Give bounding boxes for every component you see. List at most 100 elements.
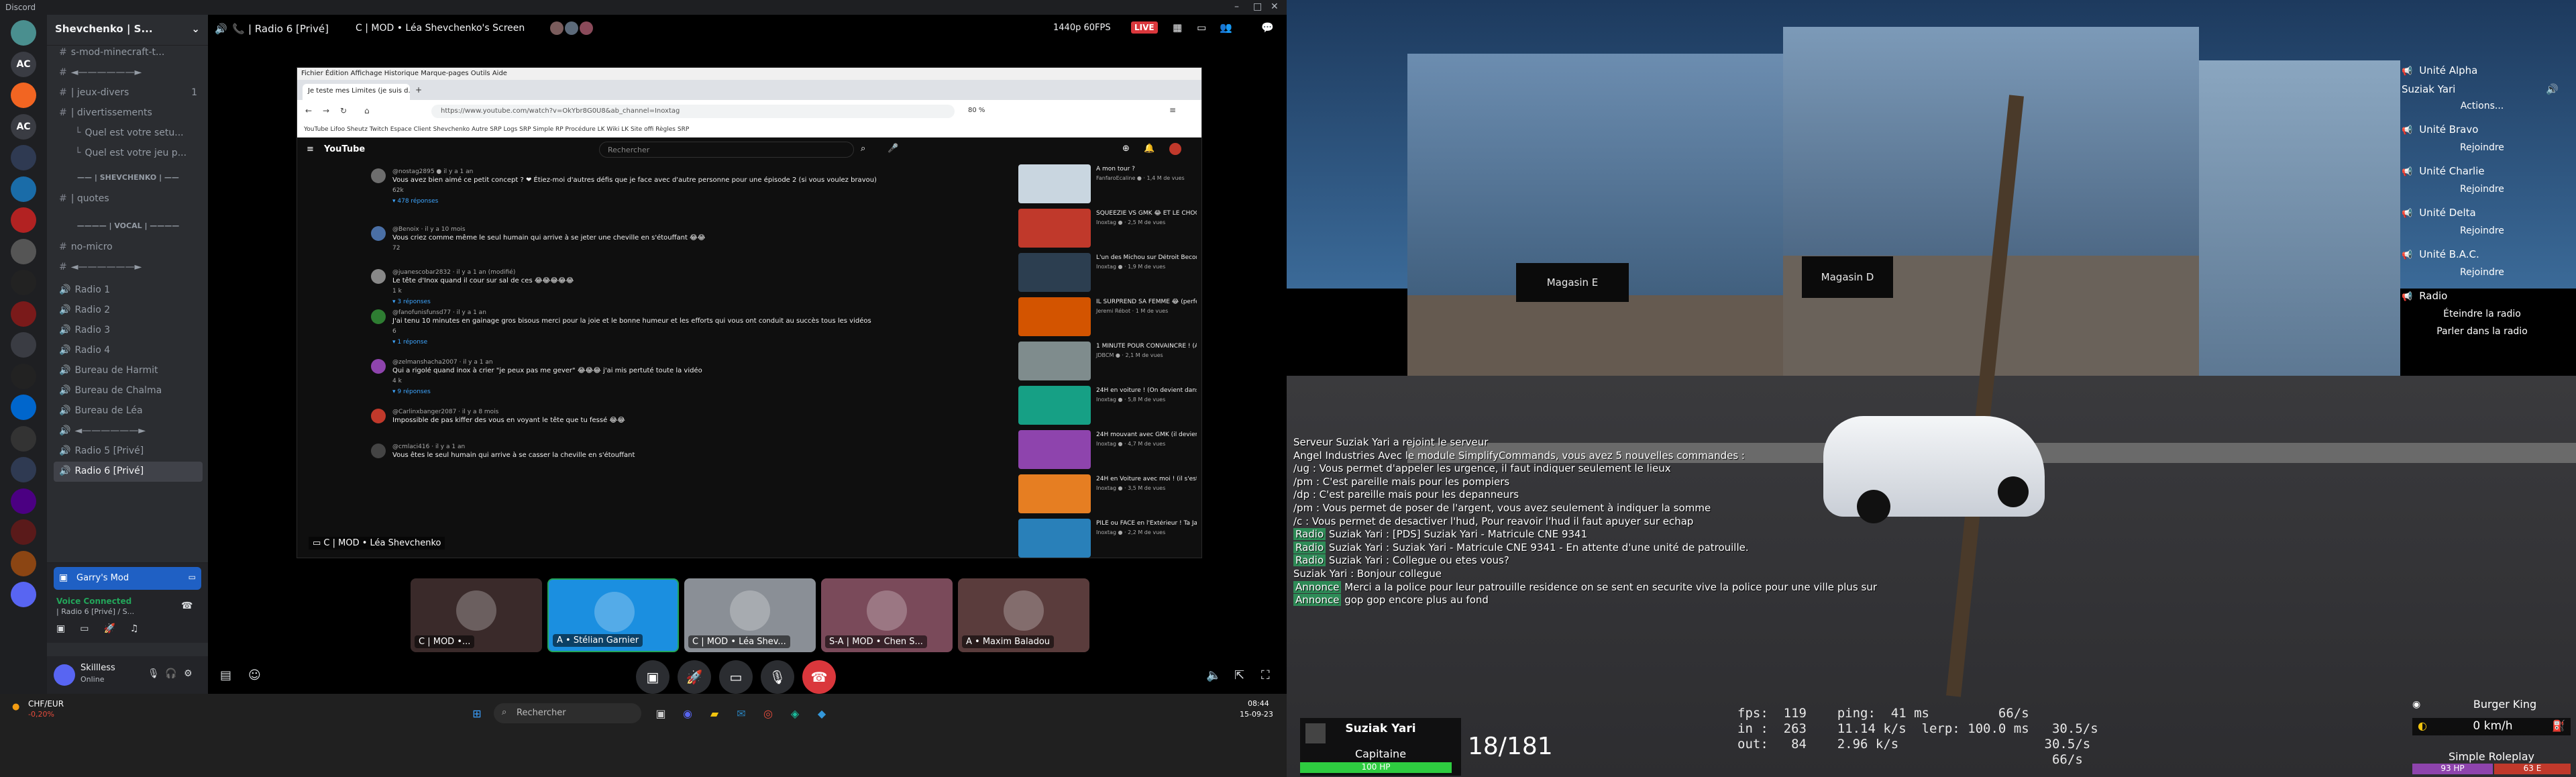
- task-view-icon[interactable]: ▣: [651, 703, 671, 723]
- close-icon[interactable]: ✕: [1271, 1, 1279, 12]
- popout-icon[interactable]: ▭: [1197, 21, 1206, 34]
- grid-icon[interactable]: ▦: [1173, 21, 1182, 34]
- voice-channel-item[interactable]: 🔊 ◄——————►: [54, 421, 203, 442]
- chat-icon[interactable]: 💬: [1261, 21, 1274, 34]
- avatar[interactable]: [371, 409, 386, 423]
- video-title[interactable]: À mon tour ?: [1096, 166, 1197, 172]
- server-icon[interactable]: [11, 20, 36, 46]
- clock-date[interactable]: 15-09-23: [1240, 710, 1273, 719]
- soundboard-icon[interactable]: ♫: [130, 623, 139, 639]
- video-thumbnail[interactable]: [1018, 474, 1091, 513]
- radio-action[interactable]: Rejoindre: [2402, 184, 2563, 199]
- voice-channel-item[interactable]: 🔊 Radio 6 [Privé]: [54, 462, 203, 482]
- recommended-video[interactable]: 24H mouvant avec GMK (il devient fou...)…: [1018, 430, 1199, 469]
- radio-action[interactable]: Rejoindre: [2402, 142, 2563, 157]
- video-title[interactable]: SQUEEZIE VS GMK 😂 ET LE CHOC DES TITANS: [1096, 210, 1197, 217]
- server-icon[interactable]: [11, 83, 36, 108]
- zoom-level[interactable]: 80 %: [968, 107, 985, 114]
- forward-icon[interactable]: →: [323, 106, 329, 115]
- voice-channel-item[interactable]: 🔊 Radio 3: [54, 321, 203, 341]
- comment-author[interactable]: @fanofunisfunsd77 · il y a 1 an: [392, 309, 486, 316]
- video-title[interactable]: PILE ou FACE en l'Extérieur ! Ta Jarre p…: [1096, 520, 1197, 527]
- recommended-video[interactable]: 24H en voiture ! (On devient dans fou...…: [1018, 386, 1199, 425]
- server-icon[interactable]: AC: [11, 113, 36, 140]
- radio-unit[interactable]: 📢 Unité B.A.C.: [2402, 248, 2563, 263]
- replies-toggle[interactable]: ▾ 1 réponse: [392, 339, 427, 346]
- server-icon[interactable]: [11, 550, 36, 576]
- video-title[interactable]: L'un des Michou sur Détroit Become Human…: [1096, 254, 1197, 261]
- disconnect-button[interactable]: ☎: [802, 660, 836, 694]
- screen-icon[interactable]: ▭: [189, 572, 196, 582]
- avatar[interactable]: [54, 664, 75, 686]
- avatar[interactable]: [371, 168, 386, 183]
- participant-tile[interactable]: A • Maxim Baladou: [958, 578, 1089, 652]
- server-icon[interactable]: [11, 301, 36, 327]
- radio-unit[interactable]: 📢 Radio: [2402, 290, 2563, 305]
- comment-author[interactable]: @Carlinxbanger2087 · il y a 8 mois: [392, 409, 498, 415]
- popout-icon[interactable]: ⇱: [1234, 668, 1244, 682]
- server-icon[interactable]: [11, 582, 36, 607]
- voice-channel-item[interactable]: 🔊 Bureau de Chalma: [54, 381, 203, 401]
- fullscreen-icon[interactable]: ⛶: [1261, 668, 1270, 682]
- video-thumbnail[interactable]: [1018, 386, 1091, 425]
- thread-item[interactable]: └ Quel est votre setu...: [70, 123, 204, 144]
- voice-channel-item[interactable]: 🔊 Bureau de Léa: [54, 401, 203, 421]
- minimize-icon[interactable]: –: [1234, 1, 1239, 12]
- video-thumbnail[interactable]: [1018, 253, 1091, 292]
- share-screen-button[interactable]: ▭: [719, 660, 753, 694]
- avatar[interactable]: [371, 444, 386, 458]
- recommended-video[interactable]: IL SURPREND SA FEMME 😂 (perfectly cut sc…: [1018, 297, 1199, 336]
- participant-tile[interactable]: C | MOD •...: [411, 578, 542, 652]
- activity-icon[interactable]: 🚀: [103, 623, 115, 639]
- browser-tab[interactable]: Je teste mes Limites (je suis d...: [303, 84, 410, 100]
- back-icon[interactable]: ←: [305, 106, 312, 115]
- youtube-search-input[interactable]: Rechercher: [599, 142, 854, 158]
- voice-channel-item[interactable]: 🔊 Radio 1: [54, 280, 203, 301]
- avatar[interactable]: [371, 269, 386, 284]
- activity-bar[interactable]: ▣ Garry's Mod ▭: [54, 567, 201, 590]
- comment-author[interactable]: @zelmanshacha2007 · il y a 1 an: [392, 359, 493, 366]
- server-icon[interactable]: [11, 145, 36, 170]
- camera-button[interactable]: ▣: [636, 660, 669, 694]
- camera-icon[interactable]: ▣: [56, 623, 65, 639]
- volume-icon[interactable]: 🔈: [1206, 668, 1221, 682]
- server-icon[interactable]: [11, 488, 36, 514]
- server-icon[interactable]: [11, 176, 36, 202]
- video-thumbnail[interactable]: [1018, 209, 1091, 248]
- radio-unit[interactable]: 📢 Unité Charlie: [2402, 165, 2563, 180]
- hamburger-icon[interactable]: ≡: [307, 144, 314, 154]
- recommended-video[interactable]: À mon tour ? FanfaroEcaline ● · 1,4 M de …: [1018, 164, 1199, 203]
- text-channel-item[interactable]: # s-mod-minecraft-t...: [54, 43, 203, 63]
- voice-channel-item[interactable]: 🔊 Bureau de Harmit: [54, 361, 203, 381]
- reload-icon[interactable]: ↻: [340, 106, 347, 115]
- avatar[interactable]: [371, 309, 386, 324]
- server-icon[interactable]: AC: [11, 51, 36, 77]
- gear-icon[interactable]: ⚙: [184, 668, 193, 679]
- maximize-icon[interactable]: □: [1253, 1, 1262, 12]
- clock-time[interactable]: 08:44: [1248, 699, 1269, 708]
- radio-unit[interactable]: 📢 Unité Delta: [2402, 207, 2563, 221]
- server-icon[interactable]: [11, 363, 36, 389]
- video-title[interactable]: 24H en Voiture avec moi ! (il s'est pass…: [1096, 476, 1197, 482]
- search-icon[interactable]: ⌕: [861, 144, 865, 154]
- recommended-video[interactable]: SQUEEZIE VS GMK 😂 ET LE CHOC DES TITANS I…: [1018, 209, 1199, 248]
- menu-icon[interactable]: ≡: [1169, 105, 1176, 115]
- thread-item[interactable]: └ Quel est votre jeu p...: [70, 144, 204, 164]
- server-icon[interactable]: [11, 332, 36, 358]
- bookmarks-bar[interactable]: YouTube Lifoo Sheutz Twitch Espace Clien…: [297, 123, 1201, 138]
- video-thumbnail[interactable]: [1018, 519, 1091, 558]
- server-header[interactable]: Shevchenko | S... ⌄: [47, 15, 208, 46]
- video-thumbnail[interactable]: [1018, 297, 1091, 336]
- text-channel-item[interactable]: # | divertissements: [54, 103, 203, 123]
- radio-unit[interactable]: 📢 Unité Alpha: [2402, 64, 2563, 79]
- chrome-icon[interactable]: ◎: [758, 703, 778, 723]
- address-bar[interactable]: https://www.youtube.com/watch?v=OkYbr8G0…: [431, 105, 955, 118]
- participant-tile[interactable]: C | MOD • Léa Shev...: [684, 578, 816, 652]
- server-icon[interactable]: [11, 457, 36, 482]
- radio-action[interactable]: Actions...: [2402, 101, 2563, 115]
- disconnect-icon[interactable]: ☎: [181, 601, 193, 611]
- video-thumbnail[interactable]: [1018, 430, 1091, 469]
- server-icon[interactable]: [11, 238, 36, 264]
- comment-author[interactable]: @cmlaci416 · il y a 1 an: [392, 444, 465, 450]
- weather-label[interactable]: CHF/EUR: [28, 699, 64, 709]
